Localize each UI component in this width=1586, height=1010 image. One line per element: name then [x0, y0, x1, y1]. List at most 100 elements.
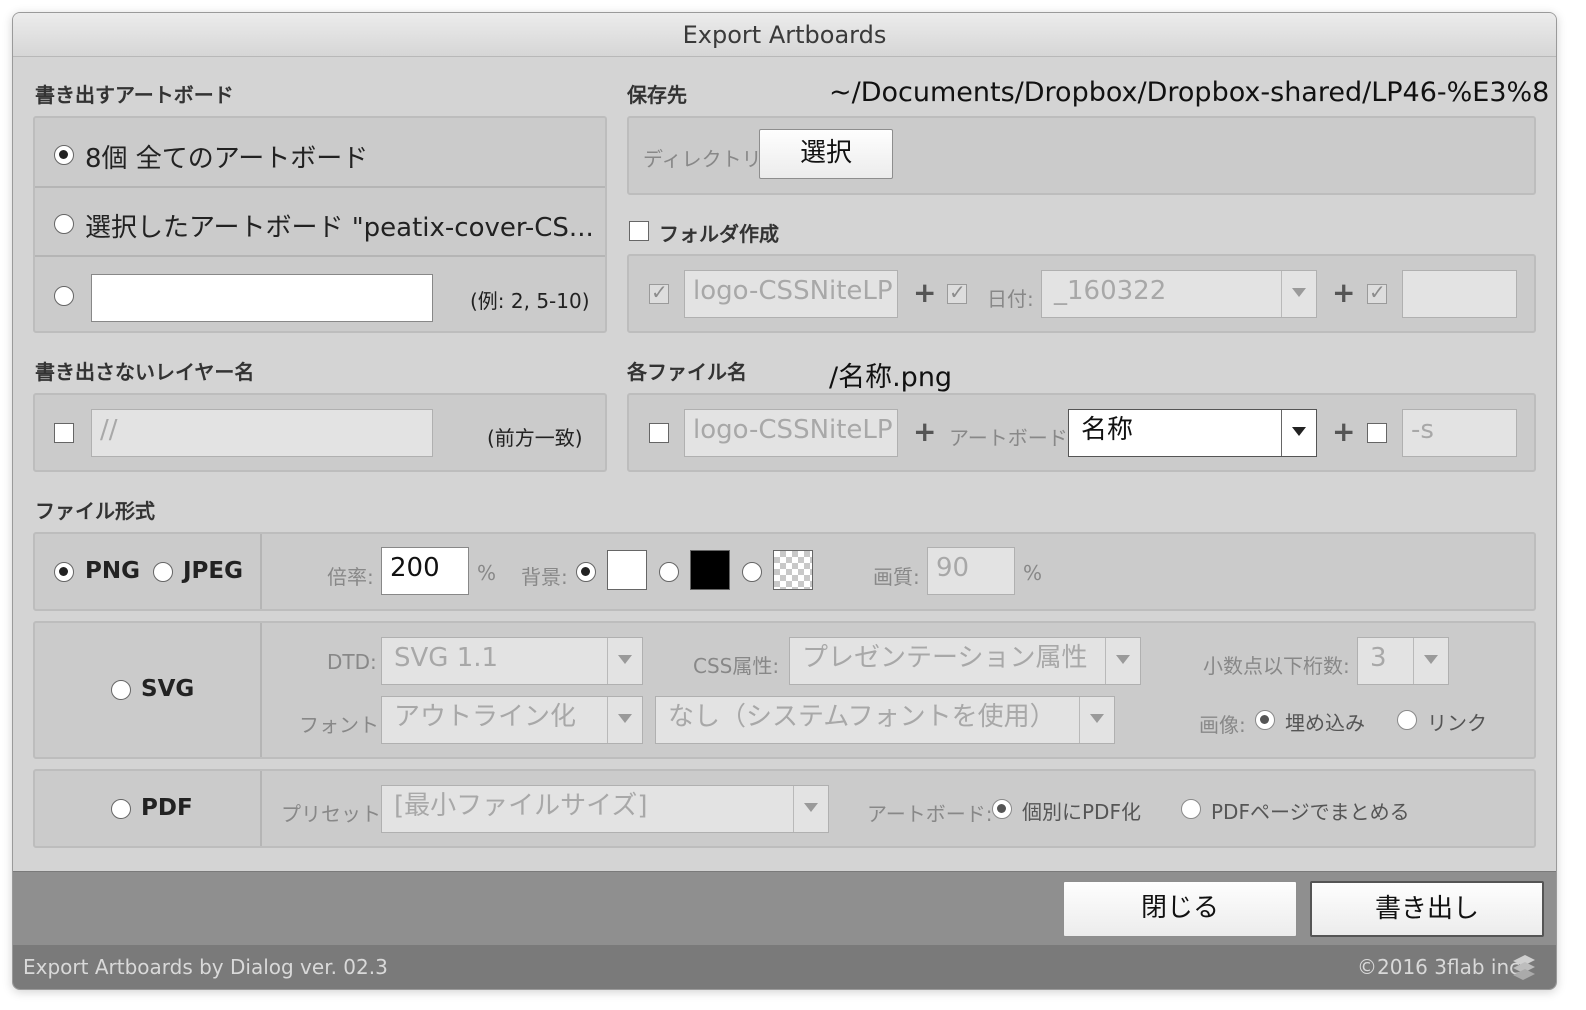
jpeg-label[interactable]: JPEG	[183, 558, 243, 584]
chevron-down-icon	[1281, 271, 1316, 317]
divider	[260, 534, 262, 609]
individual-pdf-label[interactable]: 個別にPDF化	[1022, 796, 1141, 825]
title-bar: Export Artboards	[13, 13, 1556, 57]
range-input[interactable]	[91, 274, 433, 322]
radio-background-white[interactable]	[576, 562, 596, 582]
white-swatch[interactable]	[607, 550, 647, 590]
chevron-down-icon	[1079, 697, 1114, 743]
artboards-group: 8個 全てのアートボード 選択したアートボード "peatix-cover-CS…	[33, 116, 607, 333]
radio-selected-artboard[interactable]	[54, 214, 74, 234]
range-hint: (例: 2, 5-10)	[470, 289, 590, 313]
button-bar: 閉じる 書き出し	[13, 871, 1556, 946]
artboards-heading: 書き出すアートボード	[35, 83, 234, 107]
chevron-down-icon	[1281, 410, 1316, 456]
choose-directory-button[interactable]: 選択	[759, 129, 893, 179]
decimal-places-select[interactable]: 3	[1357, 637, 1449, 685]
preset-select[interactable]: [最小ファイルサイズ]	[381, 785, 829, 833]
embed-label[interactable]: 埋め込み	[1285, 707, 1365, 736]
exclude-layer-checkbox[interactable]	[54, 423, 74, 443]
filename-prefix-input[interactable]: logo-CSSNiteLP	[684, 409, 898, 457]
radio-individual-pdf[interactable]	[992, 799, 1012, 819]
exclude-layer-group: // (前方一致)	[33, 393, 607, 472]
plus-sign: +	[913, 276, 937, 309]
folder-prefix-checkbox[interactable]	[649, 280, 669, 304]
quality-label: 画質:	[873, 565, 920, 589]
directory-label: ディレクトリ:	[643, 147, 769, 171]
font-value: アウトライン化	[394, 702, 577, 732]
divider	[260, 771, 262, 846]
filename-pattern: /名称.png	[829, 362, 953, 393]
plus-sign: +	[1332, 276, 1356, 309]
export-artboards-dialog: Export Artboards 書き出すアートボード 8個 全てのアートボード…	[12, 12, 1557, 990]
chevron-down-icon	[607, 697, 642, 743]
save-to-group: ディレクトリ: 選択	[627, 116, 1536, 195]
pdf-format-group: PDF プリセット: [最小ファイルサイズ] アートボード: 個別にPDF化 P…	[33, 769, 1536, 848]
folder-group: logo-CSSNiteLP + 日付: _160322 +	[627, 254, 1536, 333]
all-artboards-label[interactable]: 8個 全てのアートボード	[85, 138, 368, 175]
decimal-places-value: 3	[1370, 643, 1387, 673]
background-label: 背景:	[521, 565, 568, 589]
preset-label: プリセット:	[281, 802, 388, 826]
filename-suffix-input[interactable]: -s	[1402, 409, 1517, 457]
radio-pdf[interactable]	[111, 799, 131, 819]
filename-suffix-checkbox[interactable]	[1367, 423, 1387, 443]
png-label[interactable]: PNG	[85, 558, 140, 584]
exclude-layer-input[interactable]: //	[91, 409, 433, 457]
css-attr-select[interactable]: プレゼンテーション属性	[789, 637, 1141, 685]
selected-artboard-label[interactable]: 選択したアートボード "peatix-cover-CS...	[85, 207, 594, 244]
svg-label[interactable]: SVG	[141, 676, 194, 702]
save-path: ~/Documents/Dropbox/Dropbox-shared/LP46-…	[829, 77, 1550, 108]
radio-background-black[interactable]	[659, 562, 679, 582]
link-label[interactable]: リンク	[1427, 707, 1487, 736]
export-button[interactable]: 書き出し	[1310, 881, 1544, 937]
window-title: Export Artboards	[682, 21, 887, 49]
radio-embed[interactable]	[1255, 710, 1275, 730]
folder-date-select[interactable]: _160322	[1041, 270, 1317, 318]
dtd-value: SVG 1.1	[394, 643, 499, 673]
folder-suffix-input[interactable]	[1402, 270, 1517, 318]
black-swatch[interactable]	[690, 550, 730, 590]
radio-svg[interactable]	[111, 680, 131, 700]
transparent-swatch[interactable]	[773, 550, 813, 590]
filename-artboard-select[interactable]: 名称	[1068, 409, 1317, 457]
folder-date-checkbox[interactable]	[947, 280, 967, 304]
css-attr-value: プレゼンテーション属性	[802, 643, 1088, 673]
font-label: フォント:	[299, 713, 386, 737]
create-folder-checkbox[interactable]	[629, 221, 649, 241]
radio-link[interactable]	[1397, 710, 1417, 730]
font-select[interactable]: アウトライン化	[381, 696, 643, 744]
folder-date-value: _160322	[1054, 276, 1167, 306]
filename-heading: 各ファイル名	[627, 360, 747, 384]
dtd-select[interactable]: SVG 1.1	[381, 637, 643, 685]
image-label: 画像:	[1199, 713, 1246, 737]
chevron-down-icon	[607, 638, 642, 684]
radio-background-transparent[interactable]	[742, 562, 762, 582]
radio-combine-pdf[interactable]	[1181, 799, 1201, 819]
preset-value: [最小ファイルサイズ]	[394, 791, 648, 821]
radio-png[interactable]	[54, 562, 74, 582]
dtd-label: DTD:	[327, 650, 377, 674]
create-folder-label[interactable]: フォルダ作成	[659, 218, 779, 247]
quality-input[interactable]: 90	[927, 547, 1015, 595]
css-attr-label: CSS属性:	[693, 654, 780, 678]
plus-sign: +	[913, 415, 937, 448]
pdf-label[interactable]: PDF	[141, 795, 193, 821]
filename-prefix-checkbox[interactable]	[649, 423, 669, 443]
chevron-down-icon	[793, 786, 828, 832]
pdf-artboard-label: アートボード:	[867, 802, 993, 826]
filename-artboard-label: アートボード:	[949, 426, 1075, 450]
radio-all-artboards[interactable]	[54, 145, 74, 165]
decimal-places-label: 小数点以下桁数:	[1203, 654, 1350, 678]
folder-prefix-input[interactable]: logo-CSSNiteLP	[684, 270, 898, 318]
folder-suffix-checkbox[interactable]	[1367, 280, 1387, 304]
plus-sign: +	[1332, 415, 1356, 448]
radio-range[interactable]	[54, 286, 74, 306]
svg-format-group: SVG DTD: SVG 1.1 CSS属性: プレゼンテーション属性 小数点以…	[33, 621, 1536, 759]
chevron-down-icon	[1413, 638, 1448, 684]
close-button[interactable]: 閉じる	[1063, 881, 1297, 937]
font-subset-select[interactable]: なし（システムフォントを使用）	[655, 696, 1115, 744]
scale-input[interactable]: 200	[381, 547, 469, 595]
radio-jpeg[interactable]	[153, 562, 173, 582]
combine-pdf-label[interactable]: PDFページでまとめる	[1211, 796, 1410, 825]
status-bar: Export Artboards by Dialog ver. 02.3 ©20…	[13, 945, 1556, 989]
